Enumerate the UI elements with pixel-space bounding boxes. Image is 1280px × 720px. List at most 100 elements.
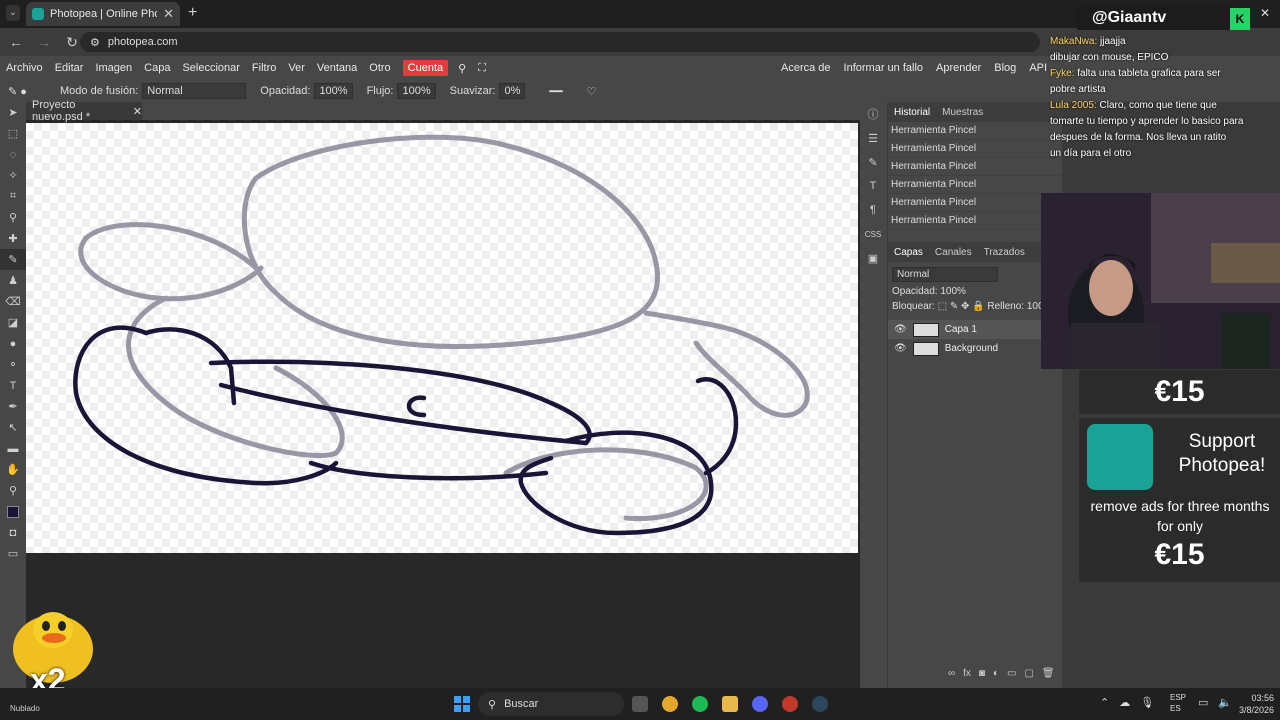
pen-tool-icon[interactable]: ✒ (0, 396, 26, 417)
character-icon[interactable]: T (861, 174, 885, 198)
pressure-icon[interactable]: ━━ (549, 85, 562, 98)
taskbar-search[interactable]: ⚲ Buscar (478, 692, 624, 716)
menu-editar[interactable]: Editar (55, 62, 84, 74)
menu-capa[interactable]: Capa (144, 62, 170, 74)
language-indicator[interactable]: ESP ES (1170, 692, 1186, 714)
magic-wand-tool-icon[interactable]: ✧ (0, 165, 26, 186)
move-tool-icon[interactable]: ➤ (0, 102, 26, 123)
account-button[interactable]: Cuenta (402, 60, 449, 76)
site-info-icon[interactable]: ⚙ (90, 36, 100, 49)
menu-otro[interactable]: Otro (369, 62, 390, 74)
task-view-icon[interactable] (632, 696, 648, 712)
obs-icon[interactable] (782, 696, 798, 712)
url-field[interactable]: ⚙ photopea.com (80, 32, 1040, 52)
history-item[interactable]: Herramienta Pincel (888, 140, 1062, 158)
eraser-tool-icon[interactable]: ⌫ (0, 291, 26, 312)
folder-icon[interactable]: ▭ (1007, 668, 1016, 679)
menu-ver[interactable]: Ver (288, 62, 305, 74)
screen-mode-icon[interactable]: ▭ (0, 543, 26, 564)
bucket-tool-icon[interactable]: ◪ (0, 312, 26, 333)
fullscreen-icon[interactable]: ⛶ (478, 62, 486, 75)
dodge-tool-icon[interactable]: ⚬ (0, 354, 26, 375)
link-informar[interactable]: Informar un fallo (844, 62, 923, 74)
monitor-icon[interactable]: ▭ (1198, 696, 1208, 709)
link-layers-icon[interactable]: ∞ (948, 668, 955, 679)
document-tab[interactable]: Proyecto nuevo.psd * ✕ (26, 99, 142, 123)
tab-trazados[interactable]: Trazados (978, 247, 1031, 258)
adjustment-icon[interactable]: ◐ (993, 668, 999, 679)
paragraph-icon[interactable]: ¶ (861, 198, 885, 222)
back-icon[interactable]: ← (4, 34, 28, 50)
menu-ventana[interactable]: Ventana (317, 62, 357, 74)
lasso-tool-icon[interactable]: ◌ (0, 144, 26, 165)
close-document-icon[interactable]: ✕ (133, 105, 142, 118)
blend-mode-select[interactable]: Normal (142, 83, 247, 99)
css-icon[interactable]: CSS (861, 222, 885, 246)
marquee-tool-icon[interactable]: ⬚ (0, 123, 26, 144)
info-icon[interactable]: ⓘ (861, 102, 885, 126)
mic-icon[interactable]: 🎙 (1140, 696, 1154, 709)
menu-seleccionar[interactable]: Seleccionar (182, 62, 239, 74)
layer-blend-select[interactable]: Normal (892, 267, 998, 282)
search-icon[interactable]: ⚲ (458, 62, 466, 75)
image-icon[interactable]: ▣ (861, 246, 885, 270)
brush-settings-icon[interactable]: ✎ (861, 150, 885, 174)
start-button-icon[interactable] (454, 696, 470, 712)
adjust-icon[interactable]: ☰ (861, 126, 885, 150)
link-acerca[interactable]: Acerca de (781, 62, 831, 74)
discord-icon[interactable] (752, 696, 768, 712)
menu-archivo[interactable]: Archivo (6, 62, 43, 74)
layer-row[interactable]: 👁 Background (888, 339, 1062, 358)
file-explorer-icon[interactable] (722, 696, 738, 712)
close-window-icon[interactable]: ✕ (1260, 6, 1270, 20)
forward-icon[interactable]: → (32, 34, 56, 50)
history-item[interactable]: Herramienta Pincel (888, 122, 1062, 140)
tab-muestras[interactable]: Muestras (936, 107, 989, 118)
tray-chevron-icon[interactable]: ⌃ (1100, 696, 1109, 709)
history-item[interactable]: Herramienta Pincel (888, 212, 1062, 230)
tab-canales[interactable]: Canales (929, 247, 978, 258)
link-blog[interactable]: Blog (994, 62, 1016, 74)
hand-tool-icon[interactable]: ✋ (0, 459, 26, 480)
color-swatches-icon[interactable] (0, 501, 26, 522)
smooth-field[interactable]: 0% (499, 83, 526, 99)
path-select-tool-icon[interactable]: ↖ (0, 417, 26, 438)
history-item[interactable]: Herramienta Pincel (888, 176, 1062, 194)
delete-layer-icon[interactable]: 🗑 (1042, 668, 1055, 679)
canvas[interactable] (26, 123, 858, 553)
tab-capas[interactable]: Capas (888, 247, 929, 258)
clone-stamp-tool-icon[interactable]: ♟ (0, 270, 26, 291)
browser-tab[interactable]: Photopea | Online Photo Editor ✕ (26, 2, 180, 26)
chrome-icon[interactable] (662, 696, 678, 712)
cloud-icon[interactable]: ☁ (1119, 696, 1130, 709)
crop-tool-icon[interactable]: ⌗ (0, 186, 26, 207)
mask-icon[interactable]: ◙ (979, 668, 985, 679)
support-photopea-ad[interactable]: Support Photopea! remove ads for three m… (1079, 418, 1280, 582)
layer-row[interactable]: 👁 Capa 1 (888, 320, 1062, 339)
link-api[interactable]: API (1029, 62, 1047, 74)
new-tab-button[interactable]: + (188, 4, 197, 22)
zoom-tool-icon[interactable]: ⚲ (0, 480, 26, 501)
blur-tool-icon[interactable]: ● (0, 333, 26, 354)
lock-icons[interactable]: ⬚ ✎ ✥ 🔒 (938, 301, 985, 312)
close-tab-icon[interactable]: ✕ (163, 6, 174, 22)
volume-icon[interactable]: 🔈 (1218, 696, 1232, 709)
quick-mask-icon[interactable]: ◘ (0, 522, 26, 543)
opacity-field[interactable]: 100% (314, 83, 353, 99)
visibility-eye-icon[interactable]: 👁 (894, 324, 907, 335)
brush-preset-icon[interactable]: ✎ ● (0, 85, 60, 98)
menu-imagen[interactable]: Imagen (95, 62, 132, 74)
visibility-eye-icon[interactable]: 👁 (894, 343, 907, 354)
tab-historial[interactable]: Historial (888, 107, 936, 118)
type-tool-icon[interactable]: T (0, 375, 26, 396)
menu-filtro[interactable]: Filtro (252, 62, 276, 74)
link-aprender[interactable]: Aprender (936, 62, 981, 74)
tab-search-button[interactable]: ⌄ (6, 5, 20, 21)
new-layer-icon[interactable]: ▢ (1024, 668, 1033, 679)
shape-tool-icon[interactable]: ▬ (0, 438, 26, 459)
heart-icon[interactable]: ♡ (587, 85, 597, 98)
healing-tool-icon[interactable]: ✚ (0, 228, 26, 249)
layer-opacity-value[interactable]: 100% (940, 286, 966, 297)
effects-icon[interactable]: fx (963, 668, 971, 679)
spotify-icon[interactable] (692, 696, 708, 712)
